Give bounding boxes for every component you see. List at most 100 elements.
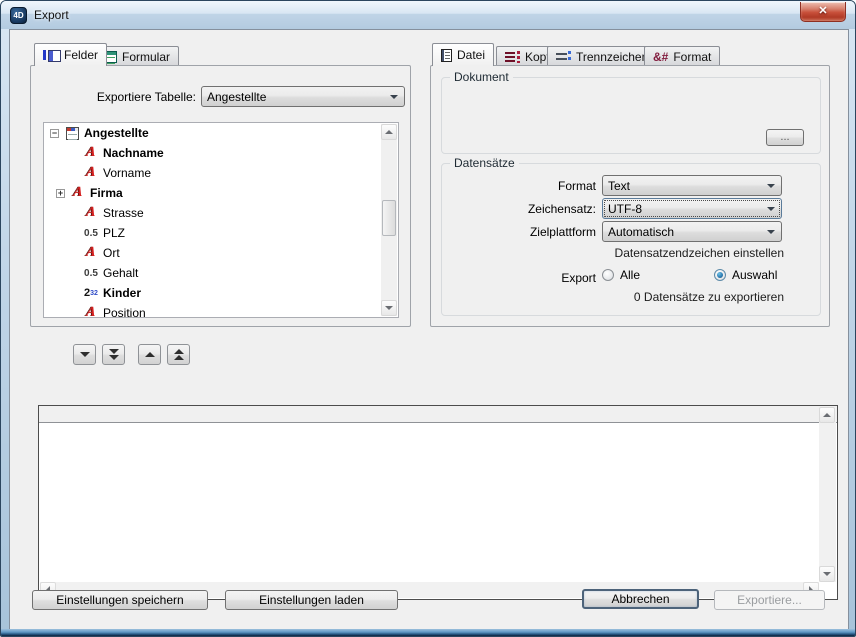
table-icon bbox=[66, 127, 79, 140]
chevron-down-icon bbox=[767, 207, 775, 211]
arrow-down-icon bbox=[80, 352, 90, 357]
ampersand-hash-icon: &# bbox=[653, 51, 668, 63]
move-up-button[interactable] bbox=[138, 344, 161, 365]
number-field-icon: 0.5 bbox=[83, 268, 99, 279]
tab-trennzeichen-label: Trennzeichen bbox=[576, 50, 648, 64]
double-arrow-down-icon bbox=[109, 349, 119, 354]
tree-row-nachname[interactable]: A Nachname bbox=[44, 143, 398, 163]
move-all-down-button[interactable] bbox=[102, 344, 125, 365]
scroll-up-icon[interactable] bbox=[819, 407, 835, 423]
tab-formular-label: Formular bbox=[122, 50, 170, 64]
cancel-button-label: Abbrechen bbox=[611, 592, 669, 606]
scroll-down-icon[interactable] bbox=[819, 566, 835, 582]
field-icon bbox=[43, 50, 59, 60]
chevron-down-icon bbox=[767, 230, 775, 234]
dokument-group-title: Dokument bbox=[450, 70, 513, 84]
tree-row-vorname[interactable]: A Vorname bbox=[44, 163, 398, 183]
format-select[interactable]: Text bbox=[602, 175, 782, 196]
datei-panel: Dokument ... Datensätze Format Text Zeic… bbox=[430, 65, 830, 327]
felder-panel: Exportiere Tabelle: Angestellte − Angest… bbox=[30, 65, 411, 327]
export-button-label: Exportiere... bbox=[737, 593, 802, 607]
expand-icon[interactable]: + bbox=[56, 189, 65, 198]
zeichensatz-value: UTF-8 bbox=[608, 202, 642, 216]
chevron-down-icon bbox=[767, 184, 775, 188]
radio-selected-icon bbox=[714, 269, 726, 281]
move-down-button[interactable] bbox=[73, 344, 96, 365]
tab-felder-label: Felder bbox=[64, 48, 98, 62]
header-lines-icon bbox=[505, 51, 520, 63]
tree-label: Gehalt bbox=[103, 266, 138, 280]
tree-label: Firma bbox=[90, 186, 123, 200]
browse-button[interactable]: ... bbox=[766, 129, 804, 146]
tree-row-position[interactable]: A Position bbox=[44, 303, 398, 318]
tab-trennzeichen[interactable]: Trennzeichen bbox=[547, 46, 657, 66]
document-icon bbox=[441, 49, 452, 62]
tree-row-ort[interactable]: A Ort bbox=[44, 243, 398, 263]
zeichensatz-select[interactable]: UTF-8 bbox=[602, 198, 782, 219]
tree-label: Position bbox=[103, 306, 146, 318]
delimiter-icon bbox=[556, 51, 571, 62]
radio-auswahl[interactable]: Auswahl bbox=[714, 268, 777, 282]
tree-row-strasse[interactable]: A Strasse bbox=[44, 203, 398, 223]
zielplattform-value: Automatisch bbox=[608, 225, 674, 239]
tab-datei-label: Datei bbox=[457, 48, 485, 62]
arrow-up-icon bbox=[145, 352, 155, 357]
tree-row-firma[interactable]: + A Firma bbox=[44, 183, 398, 203]
alpha-field-icon: A bbox=[69, 185, 87, 201]
scrollbar-thumb[interactable] bbox=[382, 200, 396, 236]
tab-felder[interactable]: Felder bbox=[34, 43, 107, 66]
alpha-field-icon: A bbox=[82, 245, 100, 261]
datensaetze-groupbox: Datensätze Format Text Zeichensatz: UTF-… bbox=[441, 163, 821, 316]
tree-scrollbar[interactable] bbox=[381, 124, 397, 316]
dialog-client-area: Felder Formular Exportiere Tabelle: Ange… bbox=[9, 29, 849, 630]
tree-label: Strasse bbox=[103, 206, 144, 220]
number-field-icon: 0.5 bbox=[83, 228, 99, 239]
tree-row-angestellte[interactable]: − Angestellte bbox=[44, 123, 398, 143]
tree-label: Nachname bbox=[103, 146, 164, 160]
radio-alle[interactable]: Alle bbox=[602, 268, 640, 282]
close-icon: ✕ bbox=[818, 5, 827, 17]
alpha-field-icon: A bbox=[82, 165, 100, 181]
tab-format[interactable]: &# Format bbox=[644, 46, 720, 66]
dokument-groupbox: Dokument ... bbox=[441, 77, 821, 154]
window-title: Export bbox=[34, 8, 69, 22]
tab-kopf-label: Kopf bbox=[525, 50, 550, 64]
tree-label: Kinder bbox=[103, 286, 141, 300]
tab-datei[interactable]: Datei bbox=[432, 43, 494, 66]
longint-field-icon: 232 bbox=[83, 287, 99, 299]
preview-vertical-scrollbar[interactable] bbox=[819, 407, 836, 582]
export-table-select[interactable]: Angestellte bbox=[201, 86, 405, 107]
zeichensatz-label: Zeichensatz: bbox=[452, 202, 596, 216]
tree-label: Ort bbox=[103, 246, 120, 260]
export-dialog-window: 4D Export ✕ Felder Formular Exportiere T… bbox=[0, 0, 856, 637]
tree-row-kinder[interactable]: 232 Kinder bbox=[44, 283, 398, 303]
double-arrow-up-icon bbox=[174, 349, 184, 354]
scroll-down-icon[interactable] bbox=[381, 300, 397, 316]
scroll-up-icon[interactable] bbox=[381, 124, 397, 140]
save-settings-button[interactable]: Einstellungen speichern bbox=[32, 590, 208, 610]
load-settings-button[interactable]: Einstellungen laden bbox=[225, 590, 398, 610]
radio-icon bbox=[602, 269, 614, 281]
save-settings-label: Einstellungen speichern bbox=[56, 593, 183, 607]
cancel-button[interactable]: Abbrechen bbox=[582, 589, 699, 609]
record-end-settings-link[interactable]: Datensatzendzeichen einstellen bbox=[482, 246, 784, 260]
load-settings-label: Einstellungen laden bbox=[259, 593, 364, 607]
zielplattform-label: Zielplattform bbox=[452, 225, 596, 239]
format-value: Text bbox=[608, 179, 630, 193]
close-button[interactable]: ✕ bbox=[800, 2, 846, 22]
export-preview-list[interactable] bbox=[38, 405, 838, 600]
tree-label: Vorname bbox=[103, 166, 151, 180]
move-all-up-button[interactable] bbox=[167, 344, 190, 365]
tree-row-plz[interactable]: 0.5 PLZ bbox=[44, 223, 398, 243]
alpha-field-icon: A bbox=[82, 145, 100, 161]
browse-button-label: ... bbox=[780, 131, 789, 143]
collapse-icon[interactable]: − bbox=[50, 129, 59, 138]
export-choice-label: Export bbox=[452, 271, 596, 285]
tree-label: Angestellte bbox=[84, 126, 149, 140]
export-table-value: Angestellte bbox=[207, 90, 266, 104]
export-table-label: Exportiere Tabelle: bbox=[41, 90, 196, 104]
tree-row-gehalt[interactable]: 0.5 Gehalt bbox=[44, 263, 398, 283]
field-tree: − Angestellte A Nachname A Vorname + A bbox=[43, 122, 399, 318]
zielplattform-select[interactable]: Automatisch bbox=[602, 221, 782, 242]
preview-list-header bbox=[39, 406, 837, 423]
